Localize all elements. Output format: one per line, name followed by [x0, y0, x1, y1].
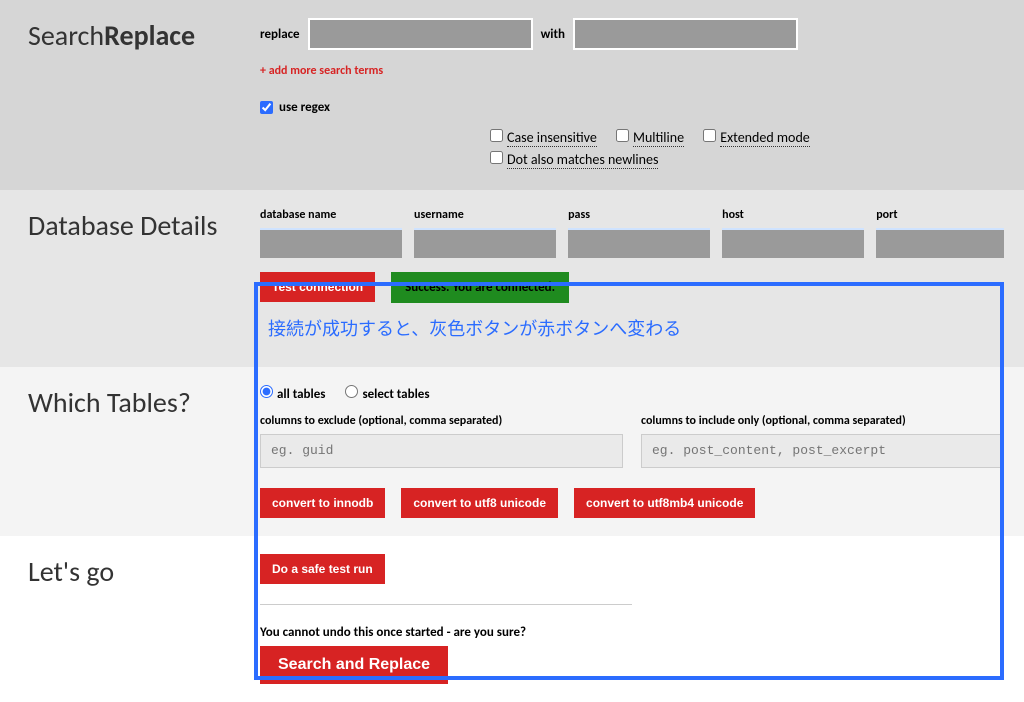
test-connection-button[interactable]: Test connection: [260, 272, 375, 302]
dotall-checkbox[interactable]: [490, 151, 503, 164]
dotall-label: Dot also matches newlines: [507, 151, 658, 169]
db-user-input[interactable]: [414, 228, 556, 258]
divider: [260, 604, 632, 605]
db-name-label: database name: [260, 208, 402, 222]
section-title-db: Database Details: [0, 190, 260, 367]
add-more-terms-link[interactable]: + add more search terms: [260, 64, 383, 78]
case-insensitive-label: Case insensitive: [507, 129, 597, 147]
exclude-cols-input[interactable]: [260, 434, 623, 468]
multiline-label: Multiline: [633, 129, 684, 147]
extended-label: Extended mode: [720, 129, 810, 147]
include-cols-input[interactable]: [641, 434, 1004, 468]
db-port-input[interactable]: [876, 228, 1004, 258]
db-host-input[interactable]: [722, 228, 864, 258]
search-and-replace-button[interactable]: Search and Replace: [260, 646, 448, 684]
db-user-label: username: [414, 208, 556, 222]
convert-utf8mb4-button[interactable]: convert to utf8mb4 unicode: [574, 488, 755, 518]
db-host-label: host: [722, 208, 864, 222]
with-label: with: [541, 27, 565, 42]
section-lets-go: Let's go Do a safe test run You cannot u…: [0, 536, 1024, 702]
replace-from-input[interactable]: [308, 18, 533, 50]
case-insensitive-checkbox[interactable]: [490, 129, 503, 142]
all-tables-label: all tables: [277, 387, 325, 402]
db-port-label: port: [876, 208, 1004, 222]
db-name-input[interactable]: [260, 228, 402, 258]
app-logo: SearchReplace: [0, 0, 260, 190]
connection-success-badge: Success. You are connected.: [391, 272, 569, 303]
replace-label: replace: [260, 27, 300, 42]
section-database-details: Database Details database name username …: [0, 190, 1024, 367]
undo-warning: You cannot undo this once started - are …: [260, 625, 1004, 640]
db-pass-label: pass: [568, 208, 710, 222]
all-tables-radio[interactable]: [260, 385, 273, 398]
section-search-replace: SearchReplace replace with + add more se…: [0, 0, 1024, 190]
exclude-cols-label: columns to exclude (optional, comma sepa…: [260, 414, 623, 428]
safe-test-run-button[interactable]: Do a safe test run: [260, 554, 385, 584]
include-cols-label: columns to include only (optional, comma…: [641, 414, 1004, 428]
logo-part2: Replace: [104, 18, 195, 53]
multiline-checkbox[interactable]: [616, 129, 629, 142]
db-pass-input[interactable]: [568, 228, 710, 258]
select-tables-label: select tables: [362, 387, 429, 402]
section-title-go: Let's go: [0, 536, 260, 702]
replace-to-input[interactable]: [573, 18, 798, 50]
extended-checkbox[interactable]: [703, 129, 716, 142]
section-title-tables: Which Tables?: [0, 367, 260, 536]
logo-part1: Search: [28, 18, 104, 53]
section-which-tables: Which Tables? all tables select tables c…: [0, 367, 1024, 536]
regex-options: Case insensitive Multiline Extended mode…: [490, 127, 1004, 172]
annotation-text: 接続が成功すると、灰色ボタンが赤ボタンへ変わる: [268, 315, 1004, 341]
select-tables-radio[interactable]: [345, 385, 358, 398]
use-regex-checkbox[interactable]: [260, 101, 273, 114]
convert-innodb-button[interactable]: convert to innodb: [260, 488, 385, 518]
use-regex-label: use regex: [279, 100, 330, 115]
convert-utf8-button[interactable]: convert to utf8 unicode: [401, 488, 558, 518]
